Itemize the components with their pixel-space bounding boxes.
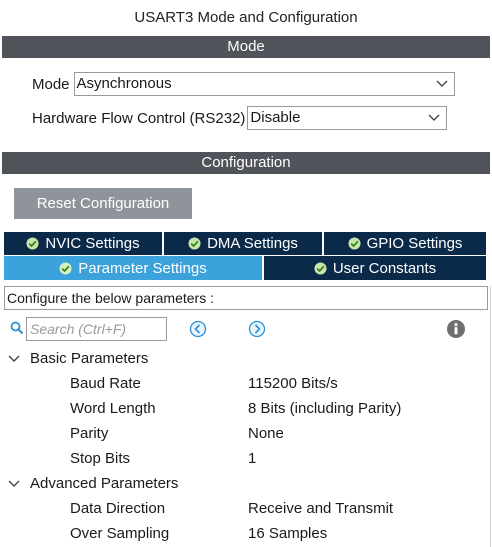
flow-control-select[interactable]: Disable [247,106,448,130]
tab-label: DMA Settings [207,235,298,252]
tab-dma-settings[interactable]: DMA Settings [164,232,322,255]
param-row-parity[interactable]: Parity None [0,421,492,446]
tab-nvic-settings[interactable]: NVIC Settings [4,232,162,255]
check-circle-icon [348,237,361,250]
flow-control-label: Hardware Flow Control (RS232) [32,109,246,127]
chevron-down-icon [428,114,440,121]
check-circle-icon [59,261,72,275]
tab-user-constants[interactable]: User Constants [264,256,486,280]
group-label: Basic Parameters [30,350,149,367]
info-icon[interactable] [446,319,466,339]
param-name: Word Length [70,400,156,417]
configuration-section-header: Configuration [2,152,490,174]
param-row-data-direction[interactable]: Data Direction Receive and Transmit [0,496,492,521]
param-name: Stop Bits [70,450,131,467]
param-value[interactable]: 8 Bits (including Parity) [248,396,401,421]
search-input[interactable]: Search (Ctrl+F) [26,317,167,341]
param-row-baud-rate[interactable]: Baud Rate 115200 Bits/s [0,371,492,396]
param-value[interactable]: None [248,421,284,446]
check-circle-icon [314,261,327,275]
group-basic-parameters[interactable]: Basic Parameters [8,346,148,371]
tab-label: Parameter Settings [78,259,207,277]
chevron-down-icon[interactable] [8,355,20,363]
arrow-right-circle-icon[interactable] [248,320,266,338]
mode-row: Mode Asynchronous [32,71,455,97]
param-value[interactable]: 1 [248,446,256,471]
group-label: Advanced Parameters [30,475,179,492]
tab-label: User Constants [332,259,437,277]
param-value[interactable]: 115200 Bits/s [248,371,338,396]
parameters-description: Configure the below parameters : [4,286,488,310]
param-name: Parity [70,425,109,442]
search-icon [10,321,24,335]
tab-gpio-settings[interactable]: GPIO Settings [324,232,486,255]
chevron-down-icon [436,80,448,87]
mode-section-header: Mode [2,36,490,58]
window-title: USART3 Mode and Configuration [134,9,358,26]
mode-select-value: Asynchronous [76,75,172,92]
check-circle-icon [188,237,201,250]
tab-parameter-settings[interactable]: Parameter Settings [4,256,262,280]
check-circle-icon [26,237,39,250]
param-row-stop-bits[interactable]: Stop Bits 1 [0,446,492,471]
param-row-word-length[interactable]: Word Length 8 Bits (including Parity) [0,396,492,421]
param-row-over-sampling[interactable]: Over Sampling 16 Samples [0,521,492,546]
param-name: Data Direction [70,500,166,517]
param-value[interactable]: Receive and Transmit [248,496,393,521]
param-name: Over Sampling [70,525,170,542]
flow-control-select-value: Disable [250,109,301,126]
mode-select[interactable]: Asynchronous [73,72,455,96]
flow-control-row: Hardware Flow Control (RS232) Disable [32,105,448,131]
tab-label: GPIO Settings [366,235,463,252]
chevron-down-icon[interactable] [8,480,20,488]
arrow-left-circle-icon[interactable] [189,320,207,338]
tab-label: NVIC Settings [45,235,140,252]
param-name: Baud Rate [70,375,141,392]
mode-label: Mode [32,75,70,93]
reset-configuration-button[interactable]: Reset Configuration [14,188,192,219]
param-value[interactable]: 16 Samples [248,521,327,546]
parameter-tree: Basic Parameters Baud Rate 115200 Bits/s… [0,346,492,547]
group-advanced-parameters[interactable]: Advanced Parameters [8,471,178,496]
